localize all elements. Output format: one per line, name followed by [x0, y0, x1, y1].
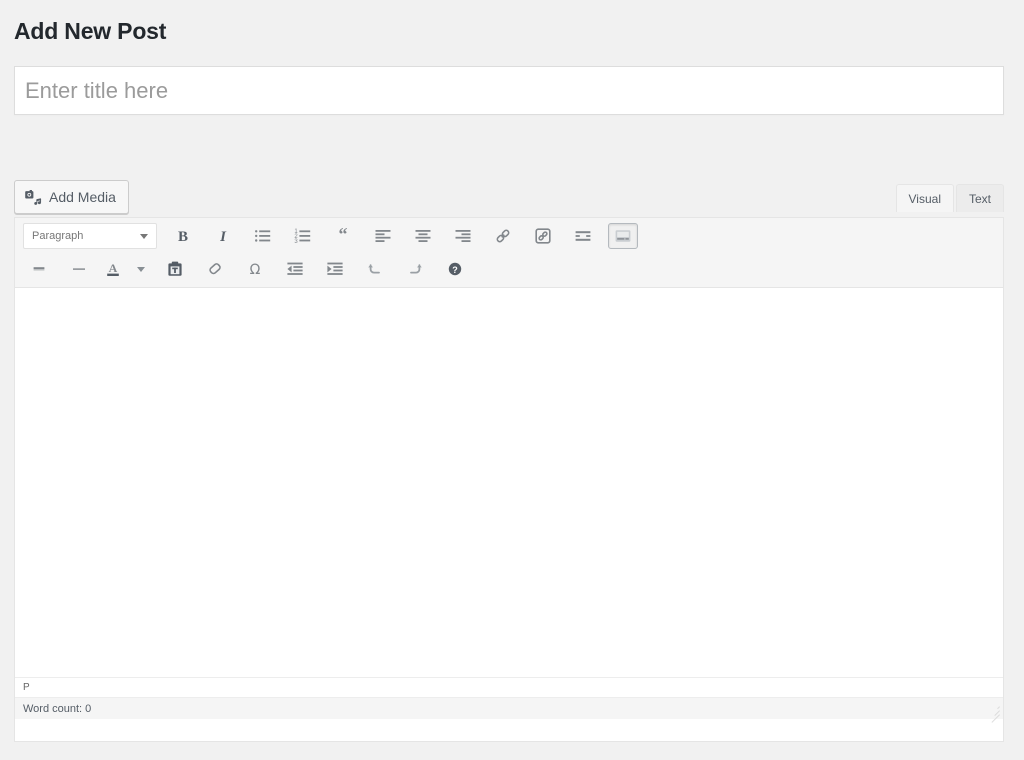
increase-indent-button[interactable] [320, 256, 350, 282]
remove-link-button[interactable] [528, 223, 558, 249]
toolbar-toggle-icon [614, 227, 632, 245]
post-editor: Add Media Visual Text Paragraph B I 1 2 … [14, 180, 1004, 742]
insert-link-icon [494, 227, 512, 245]
bold-button[interactable]: B [168, 223, 198, 249]
special-character-button[interactable]: Ω [240, 256, 270, 282]
redo-icon [406, 260, 424, 278]
align-right-icon [454, 227, 472, 245]
horizontal-line-icon [70, 260, 88, 278]
editor-toolbar-group: Paragraph B I 1 2 3 “ A Ω ? [15, 218, 1003, 288]
editor-toolbar-row-2: A Ω ? [15, 253, 1003, 285]
svg-text:I: I [219, 229, 227, 245]
italic-button[interactable]: I [208, 223, 238, 249]
align-center-button[interactable] [408, 223, 438, 249]
undo-icon [366, 260, 384, 278]
editor-word-count-bar: Word count: 0 [15, 697, 1003, 723]
decrease-indent-icon [286, 260, 304, 278]
paste-as-text-button[interactable] [160, 256, 190, 282]
page-title: Add New Post [14, 18, 167, 44]
redo-button[interactable] [400, 256, 430, 282]
blockquote-icon: “ [334, 227, 352, 245]
wordpress-media-icon [25, 189, 42, 205]
text-color-button[interactable]: A [102, 256, 124, 282]
svg-text:B: B [178, 229, 188, 245]
text-color-dropdown-button[interactable] [130, 256, 152, 282]
clear-formatting-icon [206, 260, 224, 278]
editor-container: Paragraph B I 1 2 3 “ A Ω ? P Word count… [14, 217, 1004, 742]
numbered-list-button[interactable]: 1 2 3 [288, 223, 318, 249]
horizontal-line-button[interactable] [64, 256, 94, 282]
word-count-label: Word count: 0 [23, 702, 92, 715]
add-media-button[interactable]: Add Media [14, 180, 129, 214]
undo-button[interactable] [360, 256, 390, 282]
align-left-icon [374, 227, 392, 245]
editor-toolbar-row-1: Paragraph B I 1 2 3 “ [15, 219, 1003, 253]
editor-mode-tabs: Visual Text [894, 184, 1004, 212]
align-right-button[interactable] [448, 223, 478, 249]
post-title-field-wrapper[interactable] [14, 66, 1004, 115]
paste-as-text-icon [166, 260, 184, 278]
blockquote-button[interactable]: “ [328, 223, 358, 249]
read-more-button[interactable] [568, 223, 598, 249]
style-select-value: Paragraph [32, 230, 84, 242]
svg-text:?: ? [452, 265, 458, 275]
italic-icon: I [214, 227, 232, 245]
read-more-icon [574, 227, 592, 245]
numbered-list-icon: 1 2 3 [294, 227, 312, 245]
keyboard-shortcuts-button[interactable]: ? [440, 256, 470, 282]
add-media-label: Add Media [49, 189, 116, 205]
strikethrough-button[interactable] [24, 256, 54, 282]
chevron-down-icon [140, 233, 148, 239]
post-title-input[interactable] [15, 67, 1003, 114]
editor-statusbar: P [15, 677, 1003, 697]
svg-text:“: “ [339, 227, 348, 244]
remove-link-icon [534, 227, 552, 245]
clear-formatting-button[interactable] [200, 256, 230, 282]
special-character-icon: Ω [246, 260, 264, 278]
decrease-indent-button[interactable] [280, 256, 310, 282]
bulleted-list-icon [254, 227, 272, 245]
insert-link-button[interactable] [488, 223, 518, 249]
increase-indent-icon [326, 260, 344, 278]
editor-resize-handle[interactable] [985, 701, 1003, 723]
strikethrough-icon [30, 260, 48, 278]
style-select[interactable]: Paragraph [23, 223, 157, 249]
text-color-icon: A [104, 260, 122, 278]
svg-text:Ω: Ω [250, 262, 261, 278]
tab-text[interactable]: Text [955, 184, 1004, 212]
svg-text:A: A [109, 261, 118, 275]
toolbar-toggle-button[interactable] [608, 223, 638, 249]
keyboard-shortcuts-icon: ? [446, 260, 464, 278]
add-new-post-screen: Add New Post Enter title here Add Media … [0, 0, 1024, 760]
bold-icon: B [174, 227, 192, 245]
content-editable-area[interactable] [15, 288, 1003, 677]
element-path[interactable]: P [23, 679, 30, 697]
svg-text:3: 3 [294, 239, 298, 245]
align-left-button[interactable] [368, 223, 398, 249]
text-color-caret-icon [137, 266, 145, 272]
tab-visual[interactable]: Visual [895, 184, 954, 212]
editor-top-row: Add Media Visual Text [14, 180, 1004, 220]
bulleted-list-button[interactable] [248, 223, 278, 249]
align-center-icon [414, 227, 432, 245]
